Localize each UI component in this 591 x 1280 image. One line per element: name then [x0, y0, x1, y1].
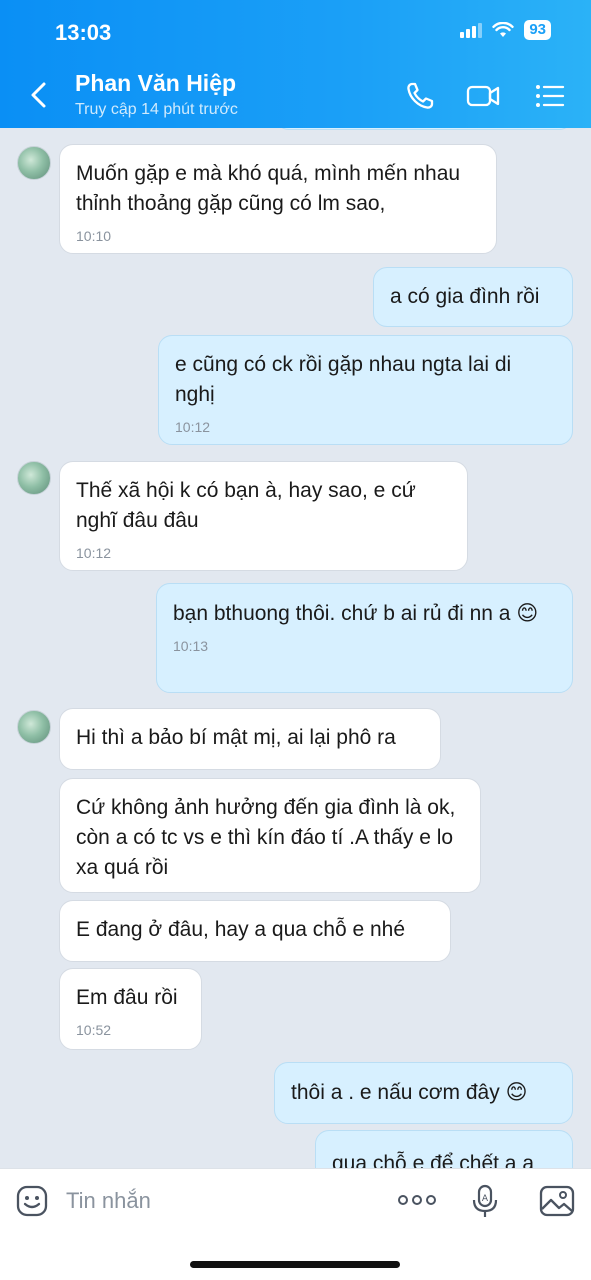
more-options-icon[interactable]: [397, 1189, 437, 1211]
smile-emoji: 😊: [516, 601, 539, 625]
message-bubble-outgoing[interactable]: qua chỗ e để chết a a: [315, 1130, 573, 1168]
home-indicator: [190, 1261, 400, 1268]
message-text: thôi a . e nấu cơm đây 😊: [291, 1080, 528, 1104]
message-text: Cứ không ảnh hưởng đến gia đình là ok, c…: [76, 796, 456, 879]
message-text: Muốn gặp e mà khó quá, mình mến nhau thỉ…: [76, 162, 461, 215]
message-bubble-outgoing[interactable]: a có gia đình rồi: [373, 267, 573, 327]
message-text: E đang ở đâu, hay a qua chỗ e nhé: [76, 918, 406, 941]
image-gallery-icon[interactable]: [539, 1184, 575, 1218]
signal-icon: [460, 22, 483, 38]
message-text: qua chỗ e để chết a a: [332, 1152, 534, 1168]
message-time: 10:13: [173, 638, 209, 654]
message-bubble-incoming[interactable]: E đang ở đâu, hay a qua chỗ e nhé: [59, 900, 451, 962]
message-text: Hi thì a bảo bí mật mị, ai lại phô ra: [76, 726, 396, 749]
message-bubble-incoming[interactable]: Hi thì a bảo bí mật mị, ai lại phô ra: [59, 708, 441, 770]
message-bubble-incoming[interactable]: Muốn gặp e mà khó quá, mình mến nhau thỉ…: [59, 144, 497, 254]
status-time: 13:03: [55, 20, 112, 45]
message-bubble-outgoing[interactable]: thôi a . e nấu cơm đây 😊: [274, 1062, 573, 1124]
contact-avatar[interactable]: [17, 710, 51, 744]
message-text: Em đâu rồi: [76, 986, 178, 1009]
contact-last-seen: Truy cập 14 phút trước: [75, 101, 238, 118]
contact-avatar[interactable]: [17, 146, 51, 180]
wifi-icon: [492, 22, 515, 37]
message-bubble-incoming[interactable]: Thế xã hội k có bạn à, hay sao, e cứ ngh…: [59, 461, 468, 571]
emoji-sticker-icon[interactable]: [16, 1185, 48, 1217]
message-input-bar: Tin nhắn A: [0, 1168, 591, 1280]
message-bubble-outgoing[interactable]: e cũng có ck rồi gặp nhau ngta lai di ng…: [158, 335, 573, 445]
message-bubble-incoming[interactable]: Cứ không ảnh hưởng đến gia đình là ok, c…: [59, 778, 481, 893]
video-call-icon[interactable]: [466, 80, 500, 112]
status-icons: 93: [460, 20, 551, 40]
phone-icon[interactable]: [404, 80, 438, 112]
battery-icon: 93: [524, 20, 551, 40]
message-text: bạn bthuong thôi. chứ b ai rủ đi nn a 😊: [173, 601, 539, 625]
message-time: 10:12: [175, 419, 211, 435]
menu-list-icon[interactable]: [533, 80, 567, 112]
svg-text:A: A: [482, 1194, 489, 1204]
message-list[interactable]: Muốn gặp e mà khó quá, mình mến nhau thỉ…: [0, 128, 591, 1168]
message-time: 10:10: [76, 228, 112, 244]
message-text: Thế xã hội k có bạn à, hay sao, e cứ ngh…: [76, 479, 416, 532]
message-text: a có gia đình rồi: [390, 285, 540, 308]
message-bubble-partial: [275, 128, 573, 130]
chat-header: 13:03 93 Phan Văn Hiệp Truy cập 14 phút …: [0, 0, 591, 128]
message-time: 10:12: [76, 545, 112, 561]
back-icon[interactable]: [28, 80, 50, 110]
message-bubble-incoming[interactable]: Em đâu rồi 10:52: [59, 968, 202, 1050]
voice-microphone-icon[interactable]: A: [470, 1183, 500, 1219]
contact-name[interactable]: Phan Văn Hiệp: [75, 70, 236, 97]
message-input[interactable]: Tin nhắn: [66, 1188, 151, 1214]
contact-avatar[interactable]: [17, 461, 51, 495]
message-text: e cũng có ck rồi gặp nhau ngta lai di ng…: [175, 353, 512, 406]
smile-emoji: 😊: [505, 1080, 528, 1104]
message-time: 10:52: [76, 1022, 112, 1038]
message-bubble-outgoing[interactable]: bạn bthuong thôi. chứ b ai rủ đi nn a 😊 …: [156, 583, 573, 693]
